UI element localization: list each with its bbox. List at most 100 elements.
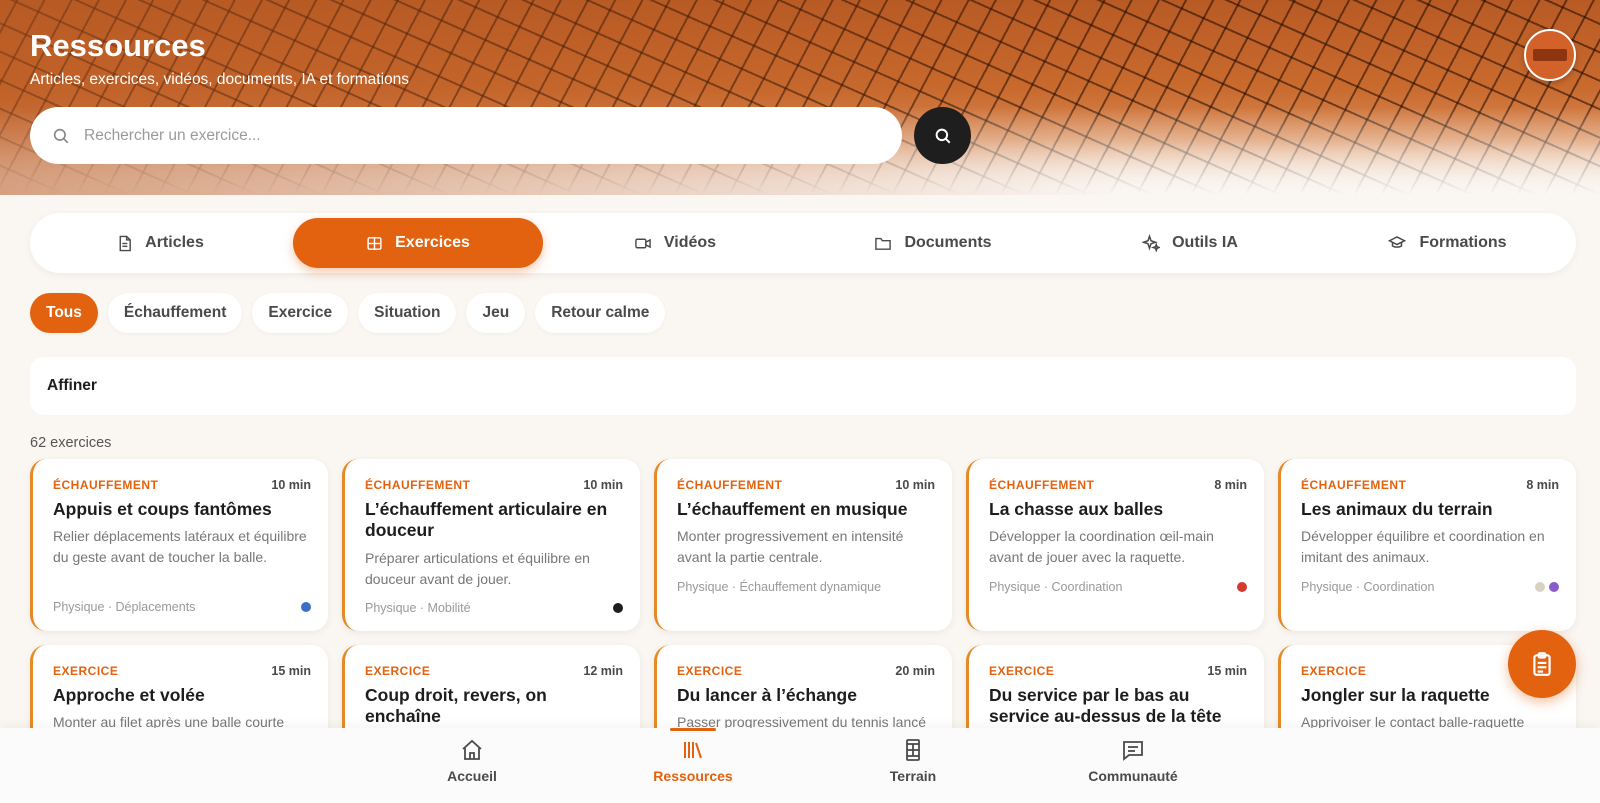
- exercise-card[interactable]: ÉCHAUFFEMENT 8 min Les animaux du terrai…: [1278, 459, 1576, 631]
- nav-item-communaute[interactable]: Communauté: [1063, 738, 1203, 784]
- card-duration: 15 min: [271, 664, 311, 678]
- card-category: ÉCHAUFFEMENT: [989, 478, 1095, 492]
- card-color-dots: [613, 603, 623, 613]
- tab-exercices[interactable]: Exercices: [293, 218, 543, 268]
- bottom-navigation: Accueil Ressources Terrain Communauté: [0, 728, 1600, 803]
- search-submit-button[interactable]: [914, 107, 971, 164]
- card-duration: 10 min: [271, 478, 311, 492]
- chat-icon: [1123, 741, 1143, 761]
- card-category: ÉCHAUFFEMENT: [1301, 478, 1407, 492]
- card-tags: Physique · Échauffement dynamique: [677, 580, 882, 594]
- card-category: EXERCICE: [1301, 664, 1367, 678]
- tab-label: Outils IA: [1172, 234, 1238, 251]
- color-dot: [1535, 582, 1545, 592]
- page-title: Ressources: [30, 28, 206, 63]
- tab-articles[interactable]: Articles: [35, 218, 285, 268]
- nav-label: Communauté: [1088, 768, 1178, 784]
- court-icon: [906, 739, 920, 761]
- sparkle-icon: [1142, 234, 1161, 252]
- card-duration: 8 min: [1214, 478, 1247, 492]
- card-category: ÉCHAUFFEMENT: [677, 478, 783, 492]
- card-category: ÉCHAUFFEMENT: [53, 478, 159, 492]
- card-duration: 10 min: [895, 478, 935, 492]
- exercise-card[interactable]: ÉCHAUFFEMENT 10 min L’échauffement artic…: [342, 459, 640, 631]
- nav-item-accueil[interactable]: Accueil: [402, 738, 542, 784]
- card-title: Du service par le bas au service au-dess…: [989, 685, 1222, 726]
- filter-chip-situation[interactable]: Situation: [358, 293, 457, 333]
- card-duration: 15 min: [1207, 664, 1247, 678]
- search-icon: [53, 128, 69, 143]
- video-icon: [635, 238, 651, 248]
- filter-chip-jeu[interactable]: Jeu: [466, 293, 526, 333]
- card-tags: Physique · Mobilité: [365, 601, 471, 615]
- filter-chip-retour-calme[interactable]: Retour calme: [535, 293, 666, 333]
- card-title: L’échauffement articulaire en douceur: [365, 499, 608, 540]
- card-description: Développer équilibre et coordination en …: [1301, 528, 1545, 565]
- folder-icon: [875, 237, 892, 250]
- results-count: 62 exercices: [30, 435, 112, 451]
- document-icon: [119, 235, 132, 251]
- card-duration: 8 min: [1526, 478, 1559, 492]
- card-title: Les animaux du terrain: [1301, 499, 1493, 519]
- library-icon: [684, 742, 702, 759]
- refine-panel-toggle[interactable]: Affiner: [30, 357, 1576, 415]
- hero-overlay: [0, 0, 1600, 195]
- graduation-cap-icon: [1388, 236, 1407, 248]
- card-category: EXERCICE: [989, 664, 1055, 678]
- tab-documents[interactable]: Documents: [808, 218, 1058, 268]
- card-tags: Physique · Déplacements: [53, 600, 196, 614]
- exercise-card[interactable]: ÉCHAUFFEMENT 8 min La chasse aux balles …: [966, 459, 1264, 631]
- filter-chip-exercice[interactable]: Exercice: [252, 293, 349, 333]
- color-dot: [301, 602, 311, 612]
- card-color-dots: [1535, 582, 1559, 592]
- card-category: EXERCICE: [365, 664, 431, 678]
- card-category: ÉCHAUFFEMENT: [365, 478, 471, 492]
- category-filters: Tous Échauffement Exercice Situation Jeu…: [30, 293, 666, 333]
- card-duration: 10 min: [583, 478, 623, 492]
- card-color-dots: [1237, 582, 1247, 592]
- tab-formations[interactable]: Formations: [1322, 218, 1572, 268]
- card-category: EXERCICE: [677, 664, 743, 678]
- nav-item-terrain[interactable]: Terrain: [843, 738, 983, 784]
- search-input[interactable]: [84, 126, 844, 145]
- exercise-card[interactable]: ÉCHAUFFEMENT 10 min Appuis et coups fant…: [30, 459, 328, 631]
- logo-mark: [1533, 49, 1567, 61]
- club-logo-avatar[interactable]: [1524, 29, 1576, 81]
- nav-label: Ressources: [653, 768, 733, 784]
- grid-icon: [367, 236, 382, 250]
- card-title: L’échauffement en musique: [677, 499, 908, 519]
- card-title: Approche et volée: [53, 685, 205, 705]
- session-builder-fab[interactable]: [1508, 630, 1576, 698]
- card-title: La chasse aux balles: [989, 499, 1164, 519]
- nav-item-ressources[interactable]: Ressources: [623, 738, 763, 784]
- active-nav-indicator: [670, 728, 716, 731]
- tab-label: Vidéos: [663, 234, 717, 251]
- card-description: Développer la coordination œil-main avan…: [989, 528, 1214, 565]
- color-dot: [613, 603, 623, 613]
- card-title: Coup droit, revers, on enchaîne: [365, 685, 547, 726]
- home-icon: [462, 739, 482, 760]
- color-dot: [1549, 582, 1559, 592]
- search-bar: [30, 107, 902, 164]
- search-icon: [935, 128, 950, 143]
- card-description: Relier déplacements latéraux et équilibr…: [53, 528, 307, 565]
- card-category: EXERCICE: [53, 664, 119, 678]
- card-title: Appuis et coups fantômes: [53, 499, 272, 519]
- filter-chip-echauffement[interactable]: Échauffement: [107, 293, 243, 333]
- page-subtitle: Articles, exercices, vidéos, documents, …: [30, 71, 410, 88]
- tab-videos[interactable]: Vidéos: [550, 218, 800, 268]
- card-duration: 20 min: [895, 664, 935, 678]
- card-tags: Physique · Coordination: [1301, 580, 1435, 594]
- tab-label: Exercices: [395, 234, 470, 251]
- tab-label: Documents: [904, 234, 992, 251]
- nav-label: Accueil: [447, 768, 497, 784]
- filter-chip-tous[interactable]: Tous: [30, 293, 98, 333]
- card-description: Préparer articulations et équilibre en d…: [365, 550, 590, 587]
- card-description: Monter progressivement en intensité avan…: [677, 528, 904, 565]
- tab-outils-ia[interactable]: Outils IA: [1065, 218, 1315, 268]
- tab-label: Formations: [1419, 234, 1507, 251]
- exercise-card[interactable]: ÉCHAUFFEMENT 10 min L’échauffement en mu…: [654, 459, 952, 631]
- clipboard-icon: [1533, 652, 1551, 676]
- card-color-dots: [301, 602, 311, 612]
- card-duration: 12 min: [583, 664, 623, 678]
